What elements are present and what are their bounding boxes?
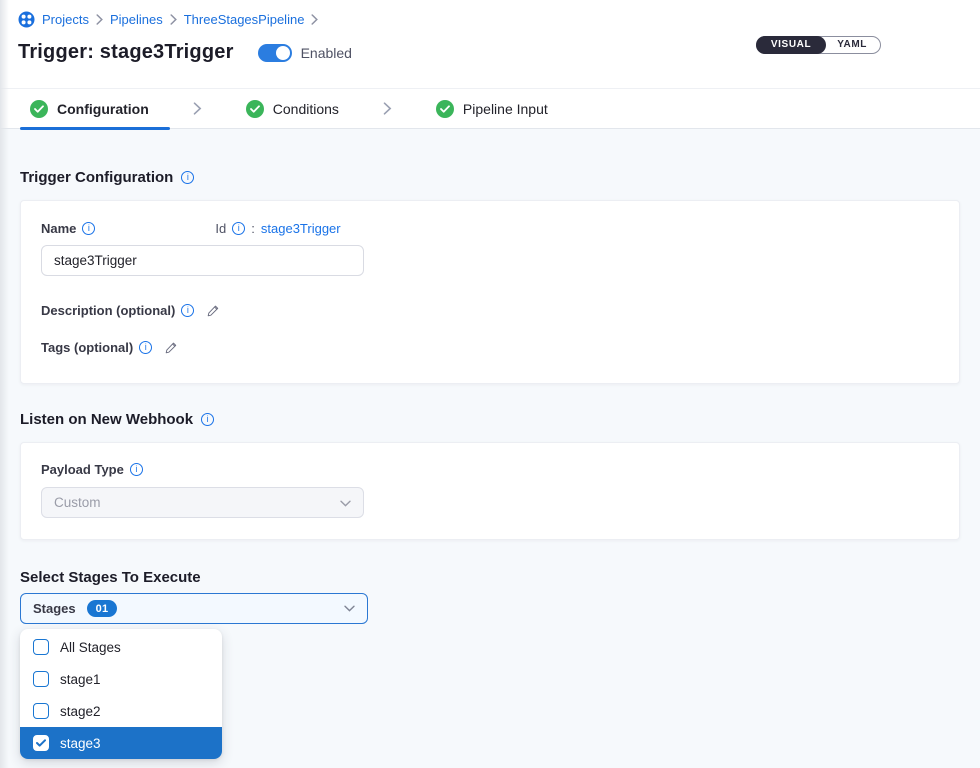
enabled-toggle-label: Enabled [301,45,352,61]
chevron-right-icon [383,102,392,115]
checkbox-checked[interactable] [33,735,49,751]
stage-option-all-stages[interactable]: All Stages [20,631,222,663]
description-row: Description (optional) i [41,303,939,318]
section-title-text: Select Stages To Execute [20,569,201,586]
stage-option-label: stage3 [60,736,101,751]
webhook-heading: Listen on New Webhook i [20,411,960,428]
id-label-text: Id [215,221,226,236]
page-title: Trigger: stage3Trigger [18,41,234,64]
breadcrumb-pipeline-name[interactable]: ThreeStagesPipeline [184,12,305,27]
payload-type-select[interactable]: Custom [41,487,364,518]
stage-option-label: stage2 [60,704,101,719]
tags-label-text: Tags (optional) [41,340,133,355]
tab-configuration[interactable]: Configuration [30,100,149,118]
selected-count-badge: 01 [87,600,118,617]
description-label-text: Description (optional) [41,303,175,318]
chevron-down-icon [340,495,351,510]
select-stages-heading: Select Stages To Execute [20,569,960,586]
checkbox-unchecked[interactable] [33,671,49,687]
tags-row: Tags (optional) i [41,340,939,355]
id-colon: : [251,221,255,236]
check-circle-icon [246,100,264,118]
tab-pipeline-input[interactable]: Pipeline Input [436,100,548,118]
info-icon[interactable]: i [201,413,214,426]
info-icon[interactable]: i [181,171,194,184]
projects-grid-icon [18,11,35,28]
tab-label: Pipeline Input [463,101,548,117]
trigger-configuration-card: Name i Id i : stage3Trigger Description … [20,200,960,384]
name-label: Name i [41,221,95,236]
info-icon[interactable]: i [82,222,95,235]
breadcrumb-projects[interactable]: Projects [42,12,89,27]
chevron-right-icon [311,14,318,25]
info-icon[interactable]: i [139,341,152,354]
info-icon[interactable]: i [232,222,245,235]
chevron-right-icon [193,102,202,115]
stage-option-label: stage1 [60,672,101,687]
chevron-right-icon [170,14,177,25]
stages-multiselect[interactable]: Stages 01 [20,593,368,624]
tab-label: Configuration [57,101,149,117]
checkbox-unchecked[interactable] [33,639,49,655]
section-title-text: Trigger Configuration [20,169,173,186]
visual-mode-button[interactable]: VISUAL [756,36,826,54]
trigger-configuration-heading: Trigger Configuration i [20,169,960,186]
visual-yaml-toggle: VISUAL YAML [756,36,881,54]
page-header: Projects Pipelines ThreeStagesPipeline T… [0,0,980,88]
payload-type-value: Custom [54,495,101,510]
checkbox-unchecked[interactable] [33,703,49,719]
stages-field-label: Stages [33,601,76,616]
breadcrumb-pipelines[interactable]: Pipelines [110,12,163,27]
name-id-row: Name i Id i : stage3Trigger [41,221,939,236]
stages-dropdown-menu: All Stages stage1 stage2 stage3 [20,629,222,759]
toggle-knob [276,46,290,60]
trigger-id: Id i : stage3Trigger [215,221,340,236]
enabled-toggle[interactable] [258,44,292,62]
active-tab-underline [20,127,170,130]
stage-option-stage3[interactable]: stage3 [20,727,222,759]
section-title-text: Listen on New Webhook [20,411,193,428]
breadcrumb: Projects Pipelines ThreeStagesPipeline [18,11,960,28]
chevron-down-icon [344,605,355,612]
check-circle-icon [436,100,454,118]
trigger-name-input[interactable] [41,245,364,276]
description-label: Description (optional) i [41,303,194,318]
stage-option-stage1[interactable]: stage1 [20,663,222,695]
webhook-card: Payload Type i Custom [20,442,960,540]
edit-tags-pencil-icon[interactable] [164,341,178,355]
tab-conditions[interactable]: Conditions [246,100,339,118]
stage-option-label: All Stages [60,640,121,655]
tab-label: Conditions [273,101,339,117]
info-icon[interactable]: i [181,304,194,317]
chevron-right-icon [96,14,103,25]
main-content: Trigger Configuration i Name i Id i : st… [0,169,980,624]
payload-type-label-text: Payload Type [41,462,124,477]
stage-option-stage2[interactable]: stage2 [20,695,222,727]
edit-description-pencil-icon[interactable] [206,304,220,318]
info-icon[interactable]: i [130,463,143,476]
wizard-tabbar: Configuration Conditions Pipeline Input [0,88,980,129]
name-label-text: Name [41,221,76,236]
yaml-mode-button[interactable]: YAML [822,36,880,54]
id-value: stage3Trigger [261,221,341,236]
payload-type-label: Payload Type i [41,462,143,477]
tags-label: Tags (optional) i [41,340,152,355]
check-circle-icon [30,100,48,118]
